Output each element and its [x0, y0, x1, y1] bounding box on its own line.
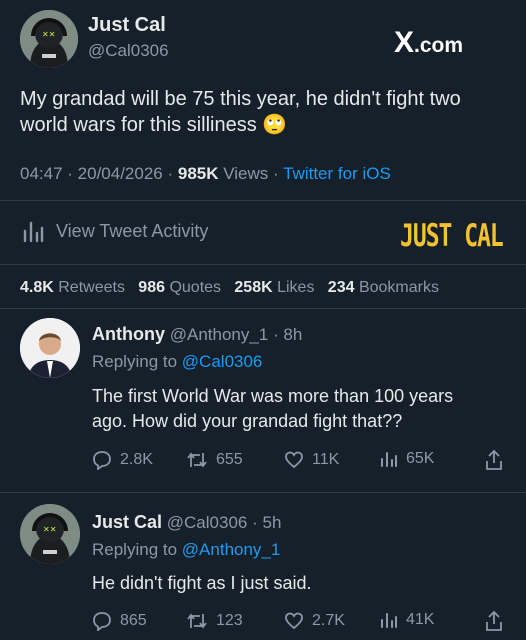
x-icon: X [394, 26, 415, 59]
views-label: Views [223, 164, 269, 183]
reply-count: 2.8K [120, 451, 153, 468]
divider [0, 264, 526, 265]
retweet-icon [186, 611, 208, 631]
retweet-button[interactable]: 655 [186, 450, 243, 470]
tweet-text-line-2: world wars for this silliness [20, 114, 257, 136]
svg-text:✕✕: ✕✕ [42, 30, 55, 39]
heart-icon [284, 611, 304, 631]
views-button[interactable]: 65K [380, 450, 434, 468]
divider [0, 492, 526, 493]
retweet-count: 123 [216, 612, 243, 629]
replying-to-link[interactable]: @Cal0306 [182, 352, 263, 371]
author-handle[interactable]: @Cal0306 [88, 41, 169, 61]
share-icon [484, 610, 504, 632]
author-name[interactable]: Just Cal [88, 14, 166, 37]
author-avatar[interactable]: ✕✕ [20, 10, 78, 68]
x-brand-logo: X .com [394, 28, 463, 58]
tweet-time[interactable]: 04:47 [20, 164, 63, 183]
reply-avatar[interactable] [20, 318, 80, 378]
retweets-stat[interactable]: 4.8K Retweets [20, 279, 125, 296]
bookmarks-stat[interactable]: 234 Bookmarks [328, 279, 439, 296]
just-cal-watermark: JUST CAL [400, 219, 504, 255]
comment-icon [92, 450, 112, 470]
replying-to-link[interactable]: @Anthony_1 [182, 540, 281, 559]
tweet-text: My grandad will be 75 this year, he didn… [20, 86, 461, 138]
like-count: 2.7K [312, 612, 345, 629]
likes-stat[interactable]: 258K Likes [234, 279, 314, 296]
reply-author-name[interactable]: Just Cal [92, 512, 162, 532]
share-icon [484, 449, 504, 471]
divider [0, 308, 526, 309]
views-count: 985K [177, 164, 219, 183]
reply-text-line-1: He didn't fight as I just said. [92, 573, 312, 593]
client-link[interactable]: Twitter for iOS [283, 164, 391, 183]
replying-to: Replying to @Cal0306 [92, 352, 263, 371]
share-button[interactable] [484, 449, 504, 471]
reply-text-line-1: The first World War was more than 100 ye… [92, 386, 454, 406]
comment-icon [92, 611, 112, 631]
replying-to: Replying to @Anthony_1 [92, 540, 281, 559]
reply-author-handle[interactable]: @Cal0306 [167, 513, 248, 532]
reply-text: The first World War was more than 100 ye… [92, 384, 453, 434]
view-activity-label[interactable]: View Tweet Activity [56, 221, 208, 242]
brand-domain: .com [414, 34, 464, 57]
share-button[interactable] [484, 610, 504, 632]
eye-roll-emoji: 🙄 [262, 114, 288, 136]
analytics-icon [380, 611, 398, 629]
divider [0, 200, 526, 201]
views-count: 41K [406, 611, 435, 628]
retweet-button[interactable]: 123 [186, 611, 243, 631]
views-button[interactable]: 41K [380, 611, 434, 629]
like-count: 11K [312, 451, 340, 468]
retweet-count: 655 [216, 451, 243, 468]
analytics-icon [22, 219, 44, 243]
svg-text:✕✕: ✕✕ [43, 525, 56, 534]
reply-age[interactable]: 5h [263, 513, 282, 532]
quotes-stat[interactable]: 986 Quotes [138, 279, 221, 296]
tweet-text-line-1: My grandad will be 75 this year, he didn… [20, 88, 461, 110]
view-activity-button[interactable]: View Tweet Activity [22, 219, 208, 243]
views-count: 65K [406, 450, 435, 467]
reply-author-name[interactable]: Anthony [92, 324, 165, 344]
reply-age[interactable]: 8h [283, 325, 302, 344]
reply-button[interactable]: 2.8K [92, 450, 153, 470]
reply-count: 865 [120, 612, 147, 629]
tweet-meta: 04:47 · 20/04/2026 · 985K Views · Twitte… [20, 164, 391, 183]
reply-header: Just Cal @Cal0306 · 5h [92, 512, 282, 532]
like-button[interactable]: 11K [284, 450, 339, 470]
reply-text: He didn't fight as I just said. [92, 571, 312, 596]
tweet-date[interactable]: 20/04/2026 [78, 164, 163, 183]
reply-avatar[interactable]: ✕✕ [20, 504, 80, 564]
reply-header: Anthony @Anthony_1 · 8h [92, 324, 303, 344]
analytics-icon [380, 450, 398, 468]
reply-author-handle[interactable]: @Anthony_1 [170, 325, 269, 344]
retweet-icon [186, 450, 208, 470]
reply-button[interactable]: 865 [92, 611, 147, 631]
reply-text-line-2: ago. How did your grandad fight that?? [92, 411, 403, 431]
heart-icon [284, 450, 304, 470]
tweet-stats: 4.8K Retweets 986 Quotes 258K Likes 234 … [20, 279, 439, 297]
like-button[interactable]: 2.7K [284, 611, 345, 631]
